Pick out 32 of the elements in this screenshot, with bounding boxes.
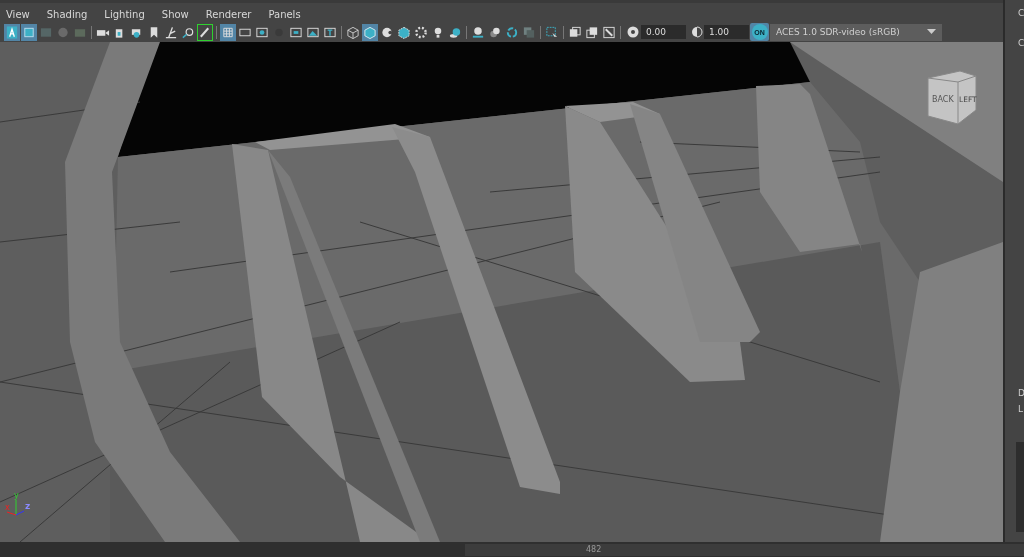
select-box-icon — [545, 24, 559, 40]
menu-item[interactable]: View — [6, 9, 37, 22]
ring-icon — [505, 24, 519, 40]
axis-label: y — [14, 491, 19, 500]
view-transform-dropdown[interactable]: ACES 1.0 SDR-video (sRGB) — [770, 23, 942, 41]
toolbar-button[interactable] — [197, 23, 213, 41]
view-cube-label: BACK — [932, 95, 954, 104]
gamma-field[interactable]: 1.00 — [704, 25, 749, 39]
toolbar-button[interactable] — [21, 23, 37, 41]
wireframe-cube-icon — [346, 24, 360, 40]
frame-number: 482 — [586, 545, 602, 554]
panel-label: C — [1018, 8, 1024, 18]
gamma-icon — [691, 25, 703, 39]
toolbar-button[interactable] — [4, 23, 20, 41]
a-letter-icon — [5, 24, 19, 40]
caret-icon — [927, 29, 936, 35]
menu-item[interactable]: Shading — [46, 9, 95, 22]
menu-item[interactable]: Panels — [268, 9, 308, 22]
exposure-field[interactable]: 0.00 — [641, 25, 686, 39]
square-icon — [522, 24, 536, 40]
menu-item[interactable]: Show — [161, 9, 196, 22]
panel-label: C — [1018, 38, 1024, 48]
toolbar-button[interactable] — [362, 23, 378, 41]
panel-label: D — [1018, 388, 1024, 398]
axis-label: x — [5, 503, 10, 512]
textured-cube-icon — [397, 24, 411, 40]
menu-item[interactable]: Lighting — [104, 9, 152, 22]
ambient-occlusion-icon — [471, 24, 485, 40]
axis-label: z — [25, 501, 31, 511]
panel-label: L — [1018, 404, 1024, 414]
menu-item[interactable]: Renderer — [205, 9, 259, 22]
shaded-cube-icon — [363, 24, 377, 40]
